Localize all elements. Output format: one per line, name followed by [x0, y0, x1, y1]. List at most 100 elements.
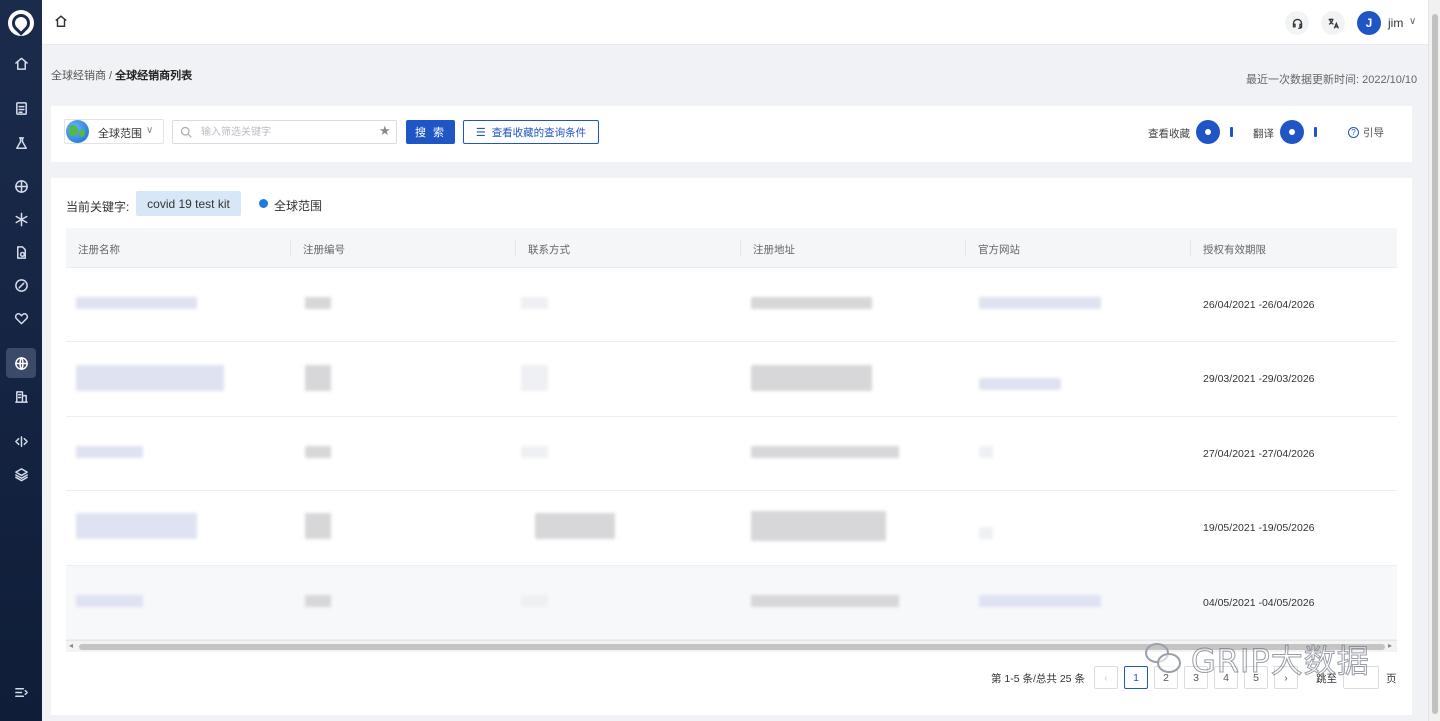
- saved-queries-button[interactable]: ☰ 查看收藏的查询条件: [463, 120, 599, 144]
- redacted-reg-number: [305, 365, 331, 392]
- file-icon[interactable]: [0, 238, 42, 266]
- redacted-website[interactable]: [979, 297, 1101, 309]
- table-row[interactable]: 27/04/2021 -27/04/2026: [66, 417, 1397, 492]
- flask-icon[interactable]: [0, 129, 42, 157]
- guide-label: 引导: [1363, 127, 1384, 139]
- column-divider: [515, 240, 516, 256]
- chevron-down-icon[interactable]: ∨: [1409, 16, 1416, 27]
- app-logo[interactable]: [8, 10, 34, 36]
- table-row[interactable]: 19/05/2021 -19/05/2026: [66, 491, 1397, 566]
- redacted-reg-number: [305, 513, 331, 540]
- table-header: 注册名称 注册编号 联系方式 注册地址 官方网站 授权有效期限: [66, 228, 1397, 268]
- translate-button[interactable]: [1321, 11, 1345, 35]
- column-header-website[interactable]: 官方网站: [978, 242, 1020, 257]
- search-field[interactable]: ★: [172, 120, 397, 144]
- scope-select-value: 全球范围: [98, 128, 142, 140]
- globe-icon[interactable]: [0, 348, 42, 378]
- globe-icon: [66, 120, 89, 143]
- validity-period: 27/04/2021 -27/04/2026: [1203, 447, 1315, 460]
- column-header-reg-number[interactable]: 注册编号: [303, 242, 345, 257]
- column-divider: [1190, 240, 1191, 256]
- breadcrumb: 全球经销商 / 全球经销商列表: [51, 67, 192, 83]
- wechat-icon: [1143, 641, 1183, 677]
- keyword-label: 当前关键字:: [66, 200, 130, 214]
- redacted-website[interactable]: [979, 445, 993, 458]
- document-icon[interactable]: [0, 94, 42, 122]
- redacted-website[interactable]: [979, 527, 993, 540]
- translate-label: 翻译: [1253, 128, 1274, 140]
- table-row[interactable]: 29/03/2021 -29/03/2026: [66, 342, 1397, 417]
- list-icon: ☰: [475, 126, 486, 139]
- validity-period: 29/03/2021 -29/03/2026: [1203, 373, 1315, 386]
- breadcrumb-parent[interactable]: 全球经销商: [51, 70, 106, 82]
- toggle-knob: [1196, 120, 1220, 144]
- translate-toggle[interactable]: [1280, 120, 1324, 144]
- headset-icon: [1292, 18, 1302, 29]
- star-icon[interactable]: ★: [379, 123, 391, 139]
- redacted-name: [76, 594, 143, 607]
- user-name[interactable]: jim: [1388, 16, 1403, 30]
- scroll-left-icon[interactable]: ◂: [69, 641, 73, 650]
- watermark: GRIP大数据: [1143, 636, 1370, 682]
- filter-bar: 全球范围 ∨ ★ 搜 索 ☰ 查看收藏的查询条件 查看收藏 翻译 ? 引导: [51, 106, 1412, 162]
- view-favorites-toggle[interactable]: [1196, 120, 1240, 144]
- building-icon[interactable]: [0, 382, 42, 410]
- column-header-validity[interactable]: 授权有效期限: [1203, 242, 1266, 257]
- prev-page-button[interactable]: ‹: [1094, 666, 1118, 689]
- column-header-address[interactable]: 注册地址: [753, 242, 795, 257]
- redacted-address: [751, 594, 899, 607]
- translate-icon: [1328, 18, 1339, 29]
- guide-link[interactable]: ? 引导: [1348, 125, 1384, 140]
- table-row[interactable]: 04/05/2021 -04/05/2026: [66, 565, 1397, 640]
- snowflake-icon[interactable]: [0, 205, 42, 233]
- redacted-website[interactable]: [979, 594, 1101, 607]
- redacted-reg-number: [305, 297, 331, 309]
- keyword-chip[interactable]: covid 19 test kit: [136, 191, 241, 216]
- heart-icon[interactable]: [0, 304, 42, 332]
- sidebar: [0, 0, 42, 721]
- search-input[interactable]: [201, 124, 371, 140]
- scroll-right-icon[interactable]: ▸: [1388, 641, 1392, 650]
- redacted-website[interactable]: [979, 378, 1061, 391]
- redacted-name: [76, 445, 143, 458]
- vertical-scrollbar[interactable]: [1428, 0, 1440, 721]
- distributor-table: 注册名称 注册编号 联系方式 注册地址 官方网站 授权有效期限 26/04/20…: [66, 228, 1397, 640]
- search-button[interactable]: 搜 索: [406, 120, 455, 144]
- validity-period: 26/04/2021 -26/04/2026: [1203, 299, 1315, 311]
- pagination-summary: 第 1-5 条/总共 25 条: [991, 673, 1085, 685]
- redacted-name: [76, 297, 197, 309]
- home-icon[interactable]: [0, 49, 42, 77]
- code-icon[interactable]: [0, 427, 42, 455]
- saved-queries-label: 查看收藏的查询条件: [491, 126, 587, 139]
- column-header-name[interactable]: 注册名称: [78, 242, 120, 257]
- toggle-bar: [1230, 127, 1233, 137]
- support-button[interactable]: [1285, 11, 1309, 35]
- redacted-contact: [521, 365, 548, 392]
- column-divider: [290, 240, 291, 256]
- validity-period: 19/05/2021 -19/05/2026: [1203, 522, 1315, 535]
- table-row[interactable]: 26/04/2021 -26/04/2026: [66, 268, 1397, 343]
- home-icon: [55, 15, 67, 27]
- redacted-name: [76, 365, 224, 392]
- home-button[interactable]: [54, 14, 70, 30]
- avatar[interactable]: J: [1357, 11, 1381, 35]
- help-circle-icon: ?: [1348, 127, 1359, 138]
- layers-icon[interactable]: [0, 460, 42, 488]
- compass-icon[interactable]: [0, 271, 42, 299]
- cube-icon[interactable]: [0, 172, 42, 200]
- column-divider: [965, 240, 966, 256]
- breadcrumb-current: 全球经销商列表: [115, 70, 193, 82]
- breadcrumb-separator: /: [106, 70, 116, 82]
- scrollbar-thumb[interactable]: [1432, 14, 1438, 714]
- top-header: J jim ∨: [42, 0, 1428, 45]
- redacted-name: [76, 513, 197, 540]
- collapse-menu-icon[interactable]: [0, 678, 42, 706]
- redacted-address: [751, 511, 886, 542]
- search-icon: [180, 126, 192, 138]
- page-suffix: 页: [1386, 673, 1397, 685]
- redacted-contact: [521, 594, 548, 607]
- scope-dot-icon: [259, 199, 268, 208]
- validity-period: 04/05/2021 -04/05/2026: [1203, 596, 1315, 609]
- column-header-contact[interactable]: 联系方式: [528, 242, 570, 257]
- redacted-contact: [535, 513, 615, 540]
